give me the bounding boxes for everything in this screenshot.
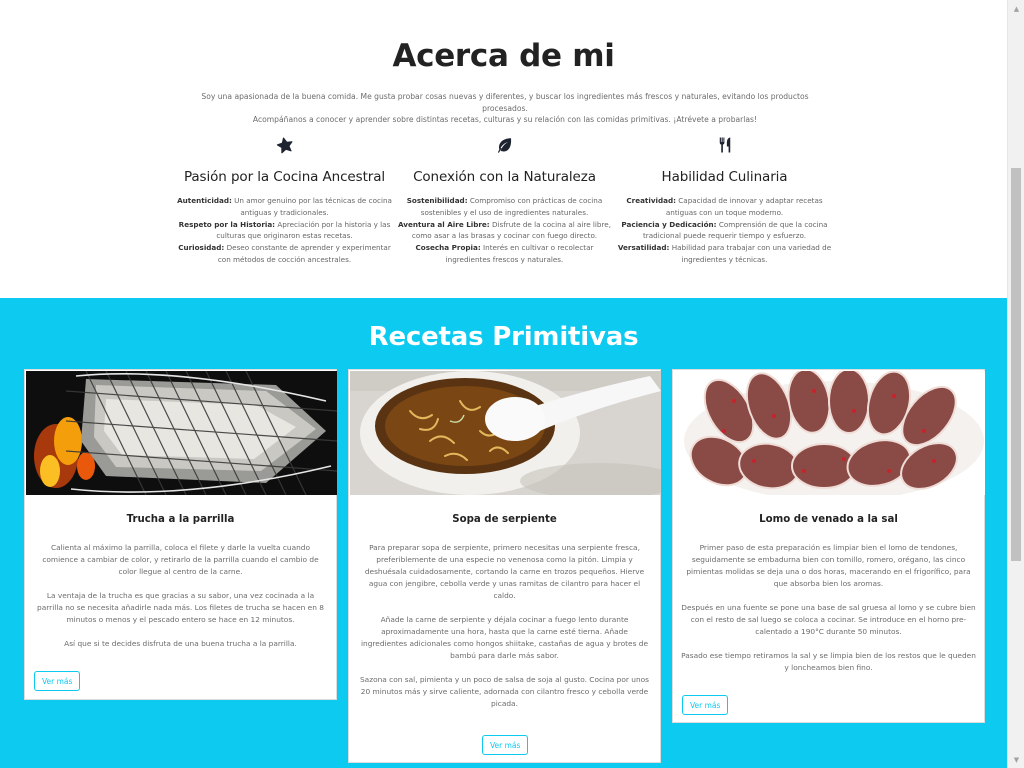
ver-mas-button-trucha[interactable]: Ver más <box>34 671 81 691</box>
recipe-paragraph: Así que si te decides disfruta de una bu… <box>64 639 297 648</box>
recipe-image-sopa <box>350 371 661 495</box>
recipe-paragraph: Pasado ese tiempo retiramos la sal y se … <box>681 651 976 672</box>
recipes-title: Recetas Primitivas <box>368 322 639 352</box>
recipe-card-trucha: Trucha a la parrilla Calienta al máximo … <box>24 369 337 700</box>
feature-item-label: Autenticidad: <box>177 196 232 205</box>
ver-mas-button-sopa[interactable]: Ver más <box>482 735 529 755</box>
recipe-image-trucha <box>26 371 337 495</box>
feature-items: Sostenibilidad: Compromiso con prácticas… <box>397 195 612 266</box>
feature-title: Pasión por la Cocina Ancestral <box>183 169 386 185</box>
feature-item-label: Paciencia y Dedicación: <box>621 219 717 229</box>
feature-culinary: Habilidad Culinaria Creatividad: Capacid… <box>617 134 832 266</box>
feature-items: Autenticidad: Un amor genuino por las té… <box>177 195 392 266</box>
star-icon <box>177 134 392 156</box>
feature-item-text: Habilidad para trabajar con una variedad… <box>671 243 832 264</box>
about-intro: Soy una apasionada de la buena comida. M… <box>180 91 830 126</box>
about-intro-line-1: Soy una apasionada de la buena comida. M… <box>201 92 809 113</box>
scrollbar-thumb[interactable] <box>1011 168 1021 561</box>
about-section: Acerca de mi Soy una apasionada de la bu… <box>0 0 1007 298</box>
recipe-card-venado: Lomo de venado a la sal Primer paso de e… <box>672 369 985 723</box>
feature-item-label: Creatividad: <box>626 196 676 205</box>
feature-title: Habilidad Culinaria <box>661 169 788 185</box>
utensils-icon <box>617 134 832 156</box>
feature-item-label: Respeto por la Historia: <box>178 219 276 229</box>
recipe-image-venado <box>674 371 985 495</box>
recipe-paragraph: Sazona con sal, pimienta y un poco de sa… <box>359 675 649 708</box>
scroll-up-arrow-icon[interactable]: ▲ <box>1008 0 1024 17</box>
feature-nature: Conexión con la Naturaleza Sostenibilida… <box>397 134 612 266</box>
feature-item-label: Aventura al Aire Libre: <box>398 219 490 229</box>
about-intro-line-2: Acompáñanos a conocer y aprender sobre d… <box>252 115 758 124</box>
page: Acerca de mi Soy una apasionada de la bu… <box>0 0 1007 768</box>
feature-item-label: Curiosidad: <box>178 243 225 253</box>
recipe-text: Calienta al máximo la parrilla, coloca e… <box>33 542 328 650</box>
recipe-text: Para preparar sopa de serpiente, primero… <box>357 542 652 710</box>
feature-item-text: Capacidad de innovar y adaptar recetas a… <box>665 196 823 217</box>
recipes-section: Recetas Primitivas Trucha a la parrilla … <box>0 298 1007 768</box>
recipe-paragraph: Primer paso de esta preparación es limpi… <box>686 543 971 588</box>
recipe-title: Sopa de serpiente <box>452 514 557 525</box>
recipe-text: Primer paso de esta preparación es limpi… <box>681 542 976 674</box>
vertical-scrollbar[interactable]: ▲ ▼ <box>1007 0 1024 768</box>
feature-item-label: Versatilidad: <box>617 243 670 253</box>
recipe-title: Trucha a la parrilla <box>126 514 235 525</box>
recipe-card-body: Lomo de venado a la sal Primer paso de e… <box>673 495 984 674</box>
feature-item-text: Deseo constante de aprender y experiment… <box>217 243 391 264</box>
about-title: Acerca de mi <box>392 38 615 74</box>
feature-item-label: Sostenibilidad: <box>406 196 468 205</box>
feature-title: Conexión con la Naturaleza <box>413 169 596 185</box>
recipe-card-body: Sopa de serpiente Para preparar sopa de … <box>349 495 660 710</box>
recipe-card-body: Trucha a la parrilla Calienta al máximo … <box>25 495 336 650</box>
recipe-title: Lomo de venado a la sal <box>759 514 898 525</box>
feature-item-label: Cosecha Propia: <box>415 243 481 253</box>
ver-mas-button-venado[interactable]: Ver más <box>682 695 729 715</box>
feature-ancestral: Pasión por la Cocina Ancestral Autentici… <box>177 134 392 266</box>
recipe-paragraph: Después en una fuente se pone una base d… <box>681 603 976 636</box>
recipe-paragraph: Añade la carne de serpiente y déjala coc… <box>360 615 649 660</box>
leaf-icon <box>397 134 612 156</box>
scroll-down-arrow-icon[interactable]: ▼ <box>1008 751 1024 768</box>
feature-item-text: Un amor genuino por las técnicas de coci… <box>234 196 392 217</box>
recipe-card-sopa: Sopa de serpiente Para preparar sopa de … <box>348 369 661 763</box>
recipe-paragraph: Calienta al máximo la parrilla, coloca e… <box>42 543 319 576</box>
feature-items: Creatividad: Capacidad de innovar y adap… <box>617 195 832 266</box>
recipe-paragraph: Para preparar sopa de serpiente, primero… <box>364 543 645 600</box>
recipe-paragraph: La ventaja de la trucha es que gracias a… <box>37 591 324 624</box>
